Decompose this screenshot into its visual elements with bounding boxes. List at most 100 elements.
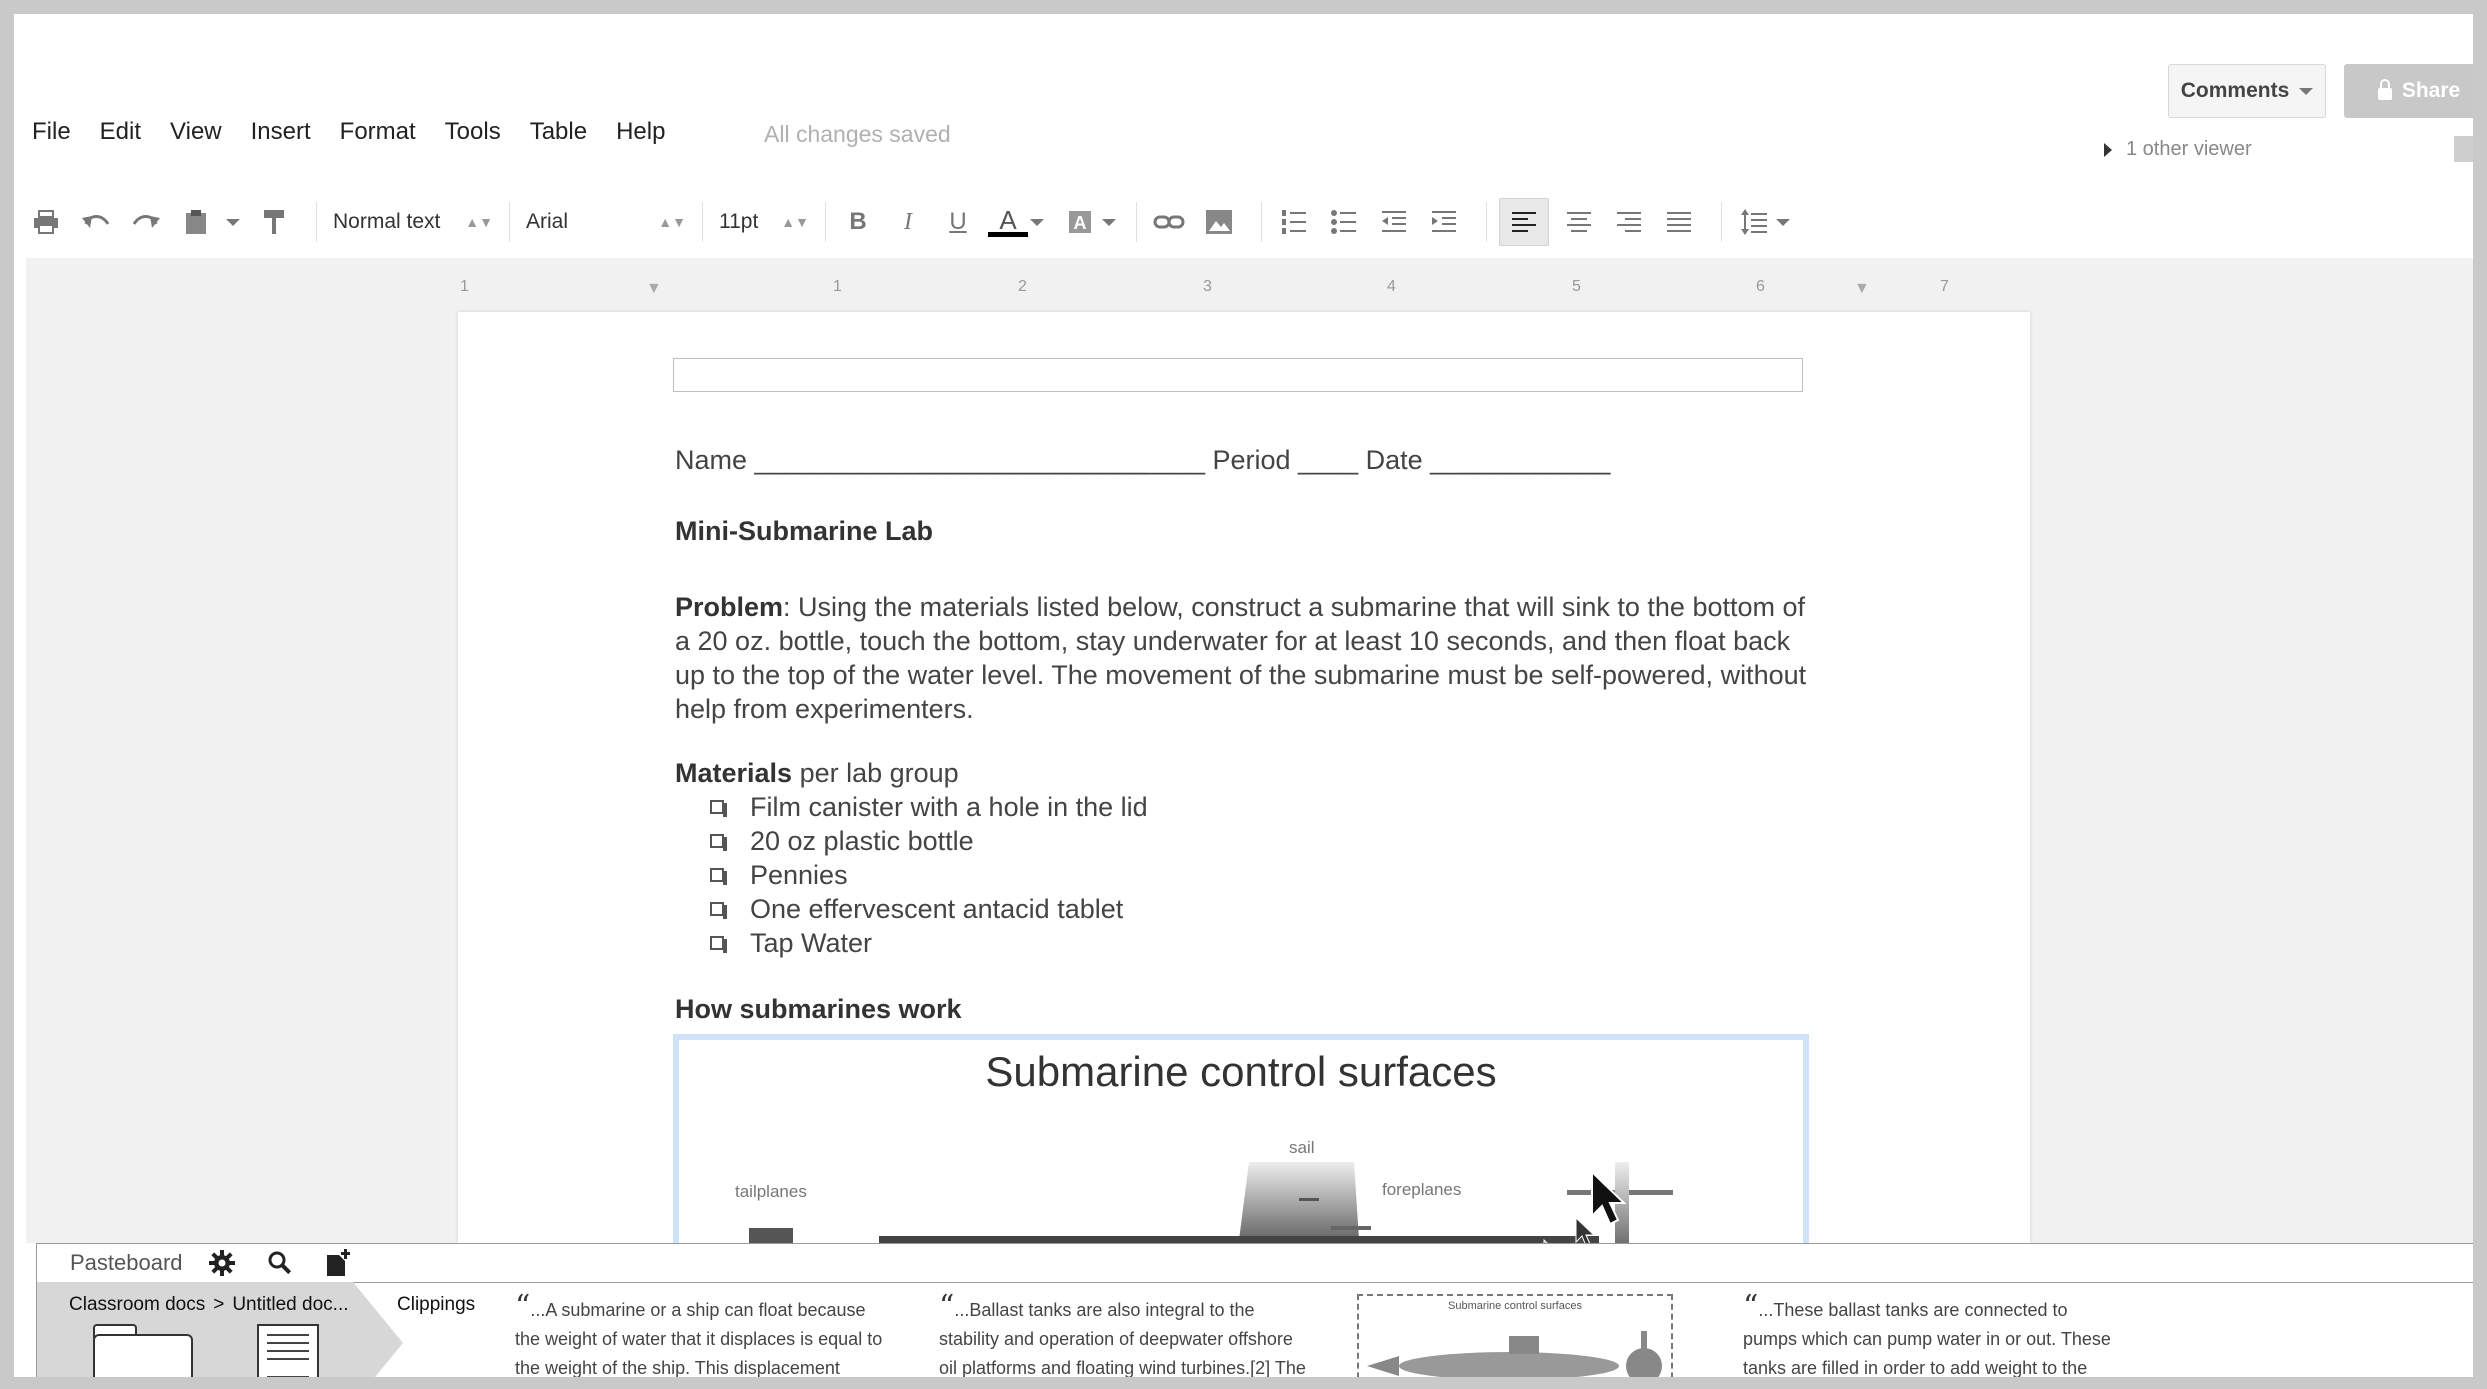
paint-format-icon[interactable] [254,202,294,242]
gear-icon[interactable] [207,1248,237,1278]
document-page[interactable]: Name ______________________________ Peri… [458,312,2030,1254]
svg-text:A: A [1074,213,1087,233]
font-family-value: Arial [526,210,569,233]
viewer-text: 1 other viewer [2126,138,2252,160]
toolbar-divider [316,202,317,242]
toolbar-divider [509,202,510,242]
clipping-1[interactable]: “...A submarine or a ship can float beca… [515,1292,885,1378]
align-left-icon[interactable] [1499,198,1549,246]
materials-suffix: per lab group [792,758,959,788]
comments-button[interactable]: Comments [2168,64,2326,118]
open-quote-icon: “ [1743,1289,1759,1324]
breadcrumb-chevron-icon [353,1282,403,1377]
bold-button[interactable]: B [838,202,878,242]
section-heading: How submarines work [675,994,962,1024]
numbered-list-icon[interactable] [1274,202,1314,242]
italic-button[interactable]: I [888,202,928,242]
menu-help[interactable]: Help [616,118,665,146]
viewer-avatar[interactable] [2454,136,2473,162]
ruler-mark: 6 [1756,278,1765,295]
search-icon[interactable] [265,1248,295,1278]
align-center-icon[interactable] [1559,202,1599,242]
print-icon[interactable] [26,202,66,242]
materials-list: Film canister with a hole in the lid 20 … [710,790,1148,960]
text-color-button[interactable]: A [988,202,1028,242]
menu-view[interactable]: View [170,118,222,146]
expand-triangle-icon [2104,142,2112,157]
insert-image-icon[interactable] [1199,202,1239,242]
close-quote-icon: ” [550,1376,565,1377]
right-indent-marker-icon[interactable]: ▼ [1854,280,1870,298]
open-quote-icon: “ [515,1289,531,1324]
list-item-text: Pennies [750,860,848,890]
underline-button[interactable]: U [938,202,978,242]
toolbar-divider [825,202,826,242]
menu-file[interactable]: File [32,118,71,146]
link-icon[interactable] [1149,202,1189,242]
text-color-swatch [988,231,1028,237]
paste-options-chevron-icon[interactable] [226,218,240,226]
open-quote-icon: “ [939,1289,955,1324]
ruler-mark: 4 [1387,278,1396,295]
chevron-down-icon[interactable] [1030,218,1044,226]
problem-paragraph: Problem: Using the materials listed belo… [675,590,1815,726]
horizontal-ruler[interactable]: 1 ▼ 1 2 3 4 5 6 ▼ 7 [456,278,2042,302]
pasteboard-panel: Pasteboard Classroom docs > Untitled doc… [36,1243,2473,1378]
breadcrumb-separator: > [213,1294,225,1315]
menu-table[interactable]: Table [530,118,587,146]
list-item-text: Film canister with a hole in the lid [750,792,1148,822]
breadcrumb: Classroom docs > Untitled doc... [69,1294,349,1316]
toolbar-divider [1136,202,1137,242]
list-item-text: One effervescent antacid tablet [750,894,1124,924]
align-justify-icon[interactable] [1659,202,1699,242]
menu-tools[interactable]: Tools [445,118,501,146]
pasteboard-toolbar: Pasteboard [37,1244,2473,1283]
submarine-thumbnail [1367,1331,1662,1377]
materials-label: Materials [675,758,793,788]
align-right-icon[interactable] [1609,202,1649,242]
share-label: Share [2401,79,2461,102]
font-size-select[interactable]: 11pt ▲▼ [715,210,813,234]
bulleted-list-icon[interactable] [1324,202,1364,242]
paragraph-style-select[interactable]: Normal text ▲▼ [329,210,497,234]
app-window: File Edit View Insert Format Tools Table… [0,0,2487,1389]
menu-format[interactable]: Format [340,118,416,146]
redo-icon[interactable] [126,202,166,242]
ruler-mark: 5 [1572,278,1581,295]
updown-arrows-icon: ▲▼ [658,214,686,230]
clipping-2[interactable]: “...Ballast tanks are also integral to t… [939,1292,1309,1378]
paste-icon[interactable] [176,202,216,242]
chevron-down-icon[interactable] [1776,218,1790,226]
list-item: 20 oz plastic bottle [710,824,1148,858]
line-spacing-icon[interactable] [1734,202,1774,242]
checkbox-bullet-icon [710,868,727,885]
clipping-image[interactable]: Submarine control surfaces [1357,1294,1673,1377]
chevron-down-icon[interactable] [1102,218,1116,226]
list-item: Film canister with a hole in the lid [710,790,1148,824]
undo-icon[interactable] [76,202,116,242]
header-box[interactable] [673,358,1803,392]
decrease-indent-icon[interactable] [1374,202,1414,242]
breadcrumb-untitled-doc[interactable]: Untitled doc... [232,1294,348,1316]
font-family-select[interactable]: Arial ▲▼ [522,210,690,234]
folder-icon[interactable] [93,1324,193,1377]
checkbox-bullet-icon [710,834,727,851]
new-clipping-icon[interactable] [323,1248,353,1278]
lock-icon [2377,79,2392,100]
left-indent-marker-icon[interactable]: ▼ [646,280,662,298]
breadcrumb-classroom-docs[interactable]: Classroom docs [69,1294,205,1316]
list-item: One effervescent antacid tablet [710,892,1148,926]
toolbar-divider [1486,202,1487,242]
ruler-mark: 1 [460,278,469,295]
viewer-indicator[interactable]: 1 other viewer [2104,138,2252,161]
increase-indent-icon[interactable] [1424,202,1464,242]
menu-insert[interactable]: Insert [251,118,311,146]
document-thumbnail-icon[interactable] [257,1324,319,1377]
highlight-color-icon[interactable]: A [1060,202,1100,242]
formatting-toolbar: Normal text ▲▼ Arial ▲▼ 11pt ▲▼ B I U A … [26,186,2466,258]
clipping-text: ...These ballast tanks are connected to … [1743,1300,2111,1378]
font-size-value: 11pt [719,210,759,233]
menu-edit[interactable]: Edit [100,118,141,146]
clipping-3[interactable]: “...These ballast tanks are connected to… [1743,1292,2123,1378]
share-button[interactable]: Share [2344,64,2473,118]
